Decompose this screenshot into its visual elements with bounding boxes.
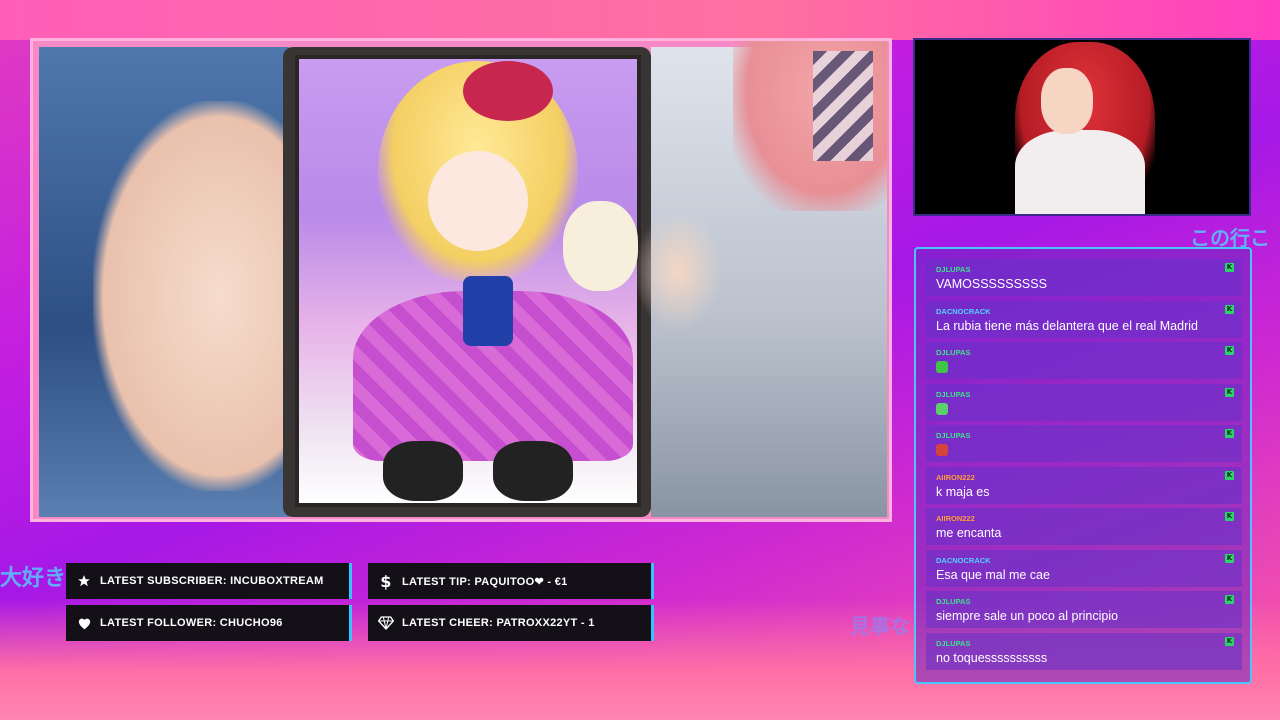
chat-panel[interactable]: DJLUPAS VAMOSSSSSSSSS K DACNOCRACK La rubia … [914, 247, 1252, 684]
background-top-band [0, 0, 1280, 40]
emote-icon [936, 444, 948, 456]
latest-subscriber-panel: LATEST SUBSCRIBER: INCUBOXTREAM [66, 563, 352, 599]
chat-username[interactable]: AIIRON222 [936, 473, 975, 482]
chat-username[interactable]: AIIRON222 [936, 514, 975, 523]
chat-message: DJLUPAS K [926, 425, 1242, 462]
chat-message-text: siempre sale un poco al principio [936, 609, 1119, 623]
overlay-japanese-text-mid: 見事な [850, 614, 910, 638]
chat-message-text: VAMOSSSSSSSSS [936, 277, 1047, 291]
chat-message: AIIRON222 k maja es K [926, 466, 1242, 504]
kick-badge-icon: K [1225, 595, 1234, 604]
heart-icon [76, 615, 92, 631]
artwork-character-face [428, 151, 528, 251]
emote-icon [936, 402, 948, 415]
chat-message-text: me encanta [936, 526, 1002, 540]
video-striped-clothing [813, 51, 873, 161]
stream-video-frame [30, 38, 892, 522]
latest-cheer-text: LATEST CHEER: PATROXX22YT - 1 [402, 617, 595, 629]
chat-message: DJLUPAS no toquessssssssss K [926, 632, 1242, 670]
chat-username[interactable]: DJLUPAS [936, 597, 970, 606]
latest-follower-panel: LATEST FOLLOWER: CHUCHO96 [66, 605, 352, 641]
artwork-plush-toy [563, 201, 638, 291]
video-hand-right [633, 211, 723, 331]
chat-username[interactable]: DJLUPAS [936, 265, 970, 274]
kick-badge-icon: K [1225, 263, 1234, 272]
chat-username[interactable]: DJLUPAS [936, 348, 970, 357]
chat-message: DACNOCRACK Esa que mal me cae K [926, 549, 1242, 587]
emote-icon [936, 361, 948, 373]
kick-badge-icon: K [1225, 387, 1234, 397]
chat-message: DJLUPAS siempre sale un poco al principio… [926, 591, 1242, 628]
chat-username[interactable]: DJLUPAS [936, 431, 970, 440]
kick-badge-icon: K [1225, 553, 1234, 563]
chat-username[interactable]: DACNOCRACK [936, 556, 991, 565]
kick-badge-icon: K [1225, 304, 1234, 314]
chat-username[interactable]: DJLUPAS [936, 639, 970, 648]
chat-message-list[interactable]: DJLUPAS VAMOSSSSSSSSS K DACNOCRACK La rubia … [926, 259, 1242, 674]
chat-username[interactable]: DJLUPAS [936, 390, 970, 399]
artwork-character-hat [463, 61, 553, 121]
overlay-japanese-text-left: 大好き [0, 566, 67, 591]
chat-message: DJLUPAS K [926, 383, 1242, 421]
avatar-sweater [1015, 130, 1145, 214]
chat-message: DJLUPAS K [926, 342, 1242, 379]
kick-badge-icon: K [1225, 636, 1234, 646]
kick-badge-icon: K [1225, 346, 1234, 355]
kick-badge-icon: K [1225, 512, 1234, 521]
avatar-face [1041, 68, 1093, 134]
chat-message: DACNOCRACK La rubia tiene más delantera q… [926, 300, 1242, 338]
chat-message: AIIRON222 me encanta K [926, 508, 1242, 545]
vtuber-webcam [913, 38, 1251, 216]
chat-message-text: Esa que mal me cae [936, 567, 1050, 582]
kick-badge-icon: K [1225, 470, 1234, 480]
chat-message-text: La rubia tiene más delantera que el real… [936, 318, 1198, 333]
chat-message: DJLUPAS VAMOSSSSSSSSS K [926, 259, 1242, 296]
latest-tip-panel: $ LATEST TIP: PAQUITOO❤ - €1 [368, 563, 654, 599]
chat-message-text [936, 443, 948, 459]
latest-subscriber-text: LATEST SUBSCRIBER: INCUBOXTREAM [100, 575, 324, 587]
artwork-character-bow [463, 276, 513, 346]
diamond-icon [378, 615, 394, 631]
star-icon [76, 573, 92, 589]
artwork-glove-left [383, 441, 463, 501]
chat-message-text [936, 360, 948, 376]
latest-follower-text: LATEST FOLLOWER: CHUCHO96 [100, 617, 283, 629]
kick-badge-icon: K [1225, 429, 1234, 438]
chat-message-text: no toquessssssssss [936, 650, 1048, 665]
chat-username[interactable]: DACNOCRACK [936, 307, 991, 316]
latest-tip-text: LATEST TIP: PAQUITOO❤ - €1 [402, 575, 568, 588]
latest-cheer-panel: LATEST CHEER: PATROXX22YT - 1 [368, 605, 654, 641]
artwork-glove-right [493, 441, 573, 501]
dollar-icon: $ [380, 571, 392, 591]
chat-message-text: k maja es [936, 484, 990, 499]
chat-message-text [936, 402, 948, 418]
